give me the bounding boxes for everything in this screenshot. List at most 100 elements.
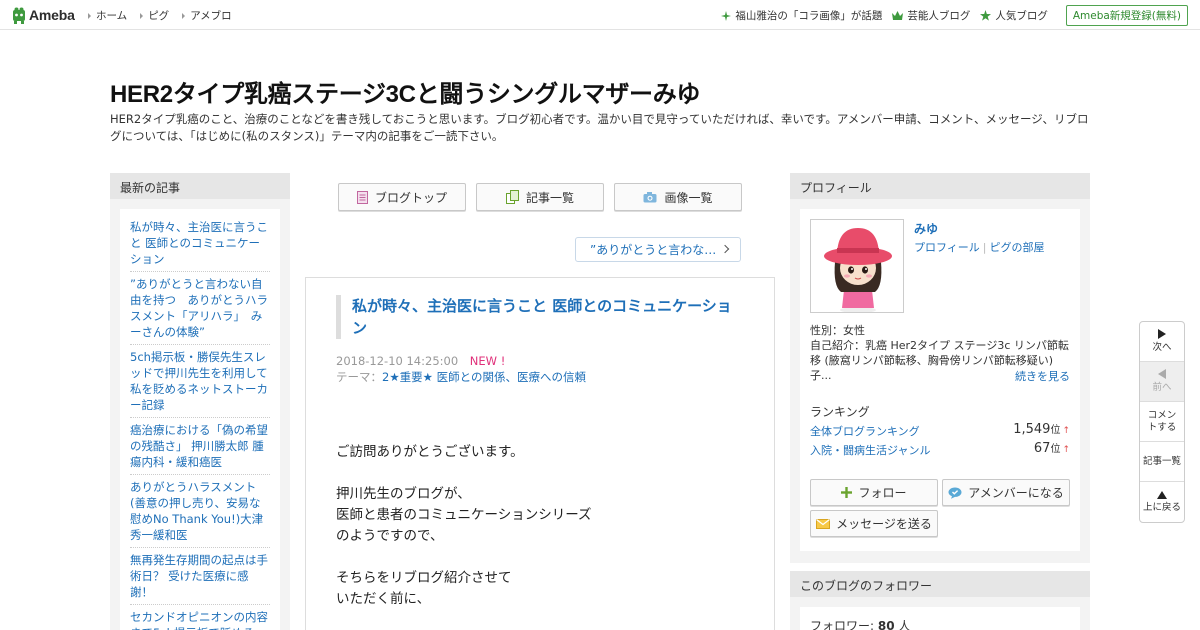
rank-up-arrow-icon: ↑ (1062, 426, 1070, 436)
plus-icon (841, 487, 853, 498)
profile-heading: プロフィール (790, 173, 1090, 199)
ranking-genre-number: 67 (1033, 441, 1051, 456)
recent-article-link[interactable]: セカンドオピニオンの内容まで5ch掲示板で貶める (130, 605, 270, 630)
prev-label: 前へ (1152, 382, 1172, 393)
recent-article-link[interactable]: 5ch掲示板・勝俣先生スレッドで押川先生を利用して私を貶めるネットストーカー記録 (130, 345, 270, 418)
blog-top-button[interactable]: ブログトップ (338, 183, 466, 211)
ranking-row-overall: 全体ブログランキング 1,549位 ↑ (810, 422, 1070, 439)
ranking-row-genre: 入院・闘病生活ジャンル 67位 ↑ (810, 440, 1070, 458)
follower-unit: 人 (898, 619, 911, 630)
article-paragraph: そちらをリブログ紹介させて いただく前に、 (336, 568, 592, 610)
rank-up-arrow-icon: ↑ (1062, 445, 1070, 455)
article-body: ご訪問ありがとうございます。 押川先生のブログが、 医師と患者のコミュニケーショ… (336, 442, 592, 630)
image-list-button[interactable]: 画像一覧 (614, 183, 742, 211)
followers-box: フォロワー: 80 人 (800, 607, 1080, 630)
play-right-icon (1158, 329, 1166, 339)
article-paragraph: ご訪問ありがとうございます。 (336, 442, 592, 463)
article-entry: 私が時々、主治医に言うこと 医師とのコミュニケーション 2018-12-10 1… (305, 277, 775, 630)
profile-box: みゆ プロフィール | ピグの部屋 性別：女性 自己紹介：乳癌 Her2タイプ ステ… (800, 209, 1080, 551)
nav-pigg-label: ピグ (148, 10, 170, 22)
celebrity-blog-link[interactable]: 芸能人ブログ (892, 8, 970, 23)
star-icon (980, 10, 992, 21)
popular-blog-label: 人気ブログ (995, 10, 1048, 22)
arrow-up-icon (1157, 490, 1167, 499)
recent-article-link[interactable]: 私が時々、主治医に言うこと 医師とのコミュニケーション (130, 215, 270, 272)
recent-article-link[interactable]: ありがとうハラスメント(善意の押し売り、安易な慰めNo Thank You!)大… (130, 475, 270, 548)
prev-button[interactable]: 前へ (1140, 362, 1184, 402)
ameba-logo-icon (13, 7, 25, 24)
popular-blog-link[interactable]: 人気ブログ (980, 8, 1048, 23)
followers-panel: このブログのフォロワー フォロワー: 80 人 (790, 571, 1090, 630)
next-label: 次へ (1152, 342, 1172, 353)
image-list-label: 画像一覧 (664, 190, 713, 205)
next-article-link[interactable]: ”ありがとうと言わな… (575, 237, 741, 262)
back-to-top-button[interactable]: 上に戻る (1140, 482, 1184, 522)
back-to-top-label: 上に戻る (1142, 501, 1181, 513)
read-more-link[interactable]: 続きを見る (1015, 368, 1070, 384)
crown-icon (892, 11, 904, 20)
article-list-side-button[interactable]: 記事一覧 (1140, 442, 1184, 482)
ranking-heading: ランキング (810, 405, 870, 419)
profile-panel: プロフィール みゆ プロフィール | ピグの部屋 性別：女性 自己紹介：乳癌 H… (790, 173, 1090, 563)
follow-button[interactable]: フォロー (810, 479, 938, 506)
nav-ameblo[interactable]: アメブロ (182, 8, 232, 23)
article-date: 2018-12-10 14:25:00 (336, 354, 459, 368)
avatar[interactable] (810, 219, 904, 313)
blog-description: HER2タイプ乳癌のこと、治療のことなどを書き残しておこうと思います。ブログ初心… (110, 112, 1089, 143)
article-line: いただく前に、 (336, 591, 431, 607)
ranking-genre-value: 67位 ↑ (1034, 440, 1070, 456)
profile-gender: 性別：女性 (810, 324, 865, 337)
send-message-label: メッセージを送る (836, 517, 932, 531)
camera-icon (643, 191, 657, 202)
amember-label: アメンバーになる (968, 486, 1064, 500)
recent-article-link[interactable]: 無再発生存期間の起点は手術日？ 受けた医療に感謝！ (130, 548, 270, 605)
followers-heading: このブログのフォロワー (790, 571, 1090, 597)
envelope-icon (816, 518, 831, 529)
blog-title[interactable]: HER2タイプ乳癌ステージ3Cと闘うシングルマザーみゆ (110, 74, 700, 109)
article-title[interactable]: 私が時々、主治医に言うこと 医師とのコミュニケーション (336, 295, 746, 339)
next-button[interactable]: 次へ (1140, 322, 1184, 362)
profile-link[interactable]: プロフィール (914, 241, 980, 254)
ranking-overall-link[interactable]: 全体ブログランキング (810, 425, 920, 438)
amember-button[interactable]: アメンバーになる (942, 479, 1070, 506)
top-bar: Ameba ホーム ピグ アメブロ 福山雅治の「コラ画像」が話題 芸能人ブログ … (0, 0, 1200, 30)
follower-count[interactable]: 80 (878, 619, 895, 630)
recent-articles-panel: 最新の記事 私が時々、主治医に言うこと 医師とのコミュニケーション ”ありがとう… (110, 173, 290, 630)
nav-home[interactable]: ホーム (88, 8, 127, 23)
ranking-overall-number: 1,549 (1013, 422, 1051, 437)
floating-side-nav: 次へ 前へ コメントする 記事一覧 上に戻る (1139, 321, 1185, 523)
profile-links: プロフィール | ピグの部屋 (914, 239, 1045, 255)
link-separator: | (982, 241, 987, 254)
avatar-illustration (811, 220, 903, 312)
send-message-button[interactable]: メッセージを送る (810, 510, 938, 537)
pigg-room-link[interactable]: ピグの部屋 (990, 241, 1045, 254)
recent-articles-heading: 最新の記事 (110, 173, 290, 199)
follow-label: フォロー (858, 486, 907, 500)
copy-icon (505, 190, 519, 204)
article-line: ご訪問ありがとうございます。 (336, 444, 524, 460)
article-meta: 2018-12-10 14:25:00 NEW ! テーマ：2★重要★ 医師との… (336, 353, 586, 385)
comment-label: コメントする (1147, 409, 1177, 433)
trending-link[interactable]: 福山雅治の「コラ画像」が話題 (721, 8, 882, 23)
comment-button[interactable]: コメントする (1140, 402, 1184, 442)
signup-button[interactable]: Ameba新規登録(無料) (1065, 5, 1188, 26)
nav-pigg[interactable]: ピグ (140, 8, 169, 23)
article-list-button[interactable]: 記事一覧 (476, 183, 604, 211)
blog-nav-buttons: ブログトップ 記事一覧 画像一覧 (338, 183, 752, 211)
article-line: 押川先生のブログが、 (336, 486, 471, 502)
ranking-genre-link[interactable]: 入院・闘病生活ジャンル (810, 444, 930, 457)
article-line: そちらをリブログ紹介させて (336, 570, 512, 586)
recent-article-link[interactable]: ”ありがとうと言わない自由を持つ ありがとうハラスメント「アリハラ」 みーさんの… (130, 272, 270, 345)
nav-ameblo-label: アメブロ (190, 10, 232, 22)
caret-right-icon (140, 12, 144, 19)
blog-top-label: ブログトップ (374, 190, 447, 205)
nav-home-label: ホーム (96, 10, 128, 22)
caret-right-icon (88, 12, 91, 19)
article-paragraph: 押川先生のブログが、 医師と患者のコミュニケーションシリーズ のようですので、 (336, 484, 592, 547)
recent-article-link[interactable]: 癌治療における「偽の希望の残酷さ」 押川勝太郎 腫瘍内科・緩和癌医 (130, 418, 270, 475)
theme-link[interactable]: 2★重要★ 医師との関係、医療への信頼 (382, 370, 586, 384)
speech-bubble-icon (948, 487, 962, 499)
ranking-unit: 位 (1050, 425, 1061, 436)
profile-name[interactable]: みゆ (914, 220, 938, 237)
ameba-logo[interactable]: Ameba (12, 6, 75, 24)
